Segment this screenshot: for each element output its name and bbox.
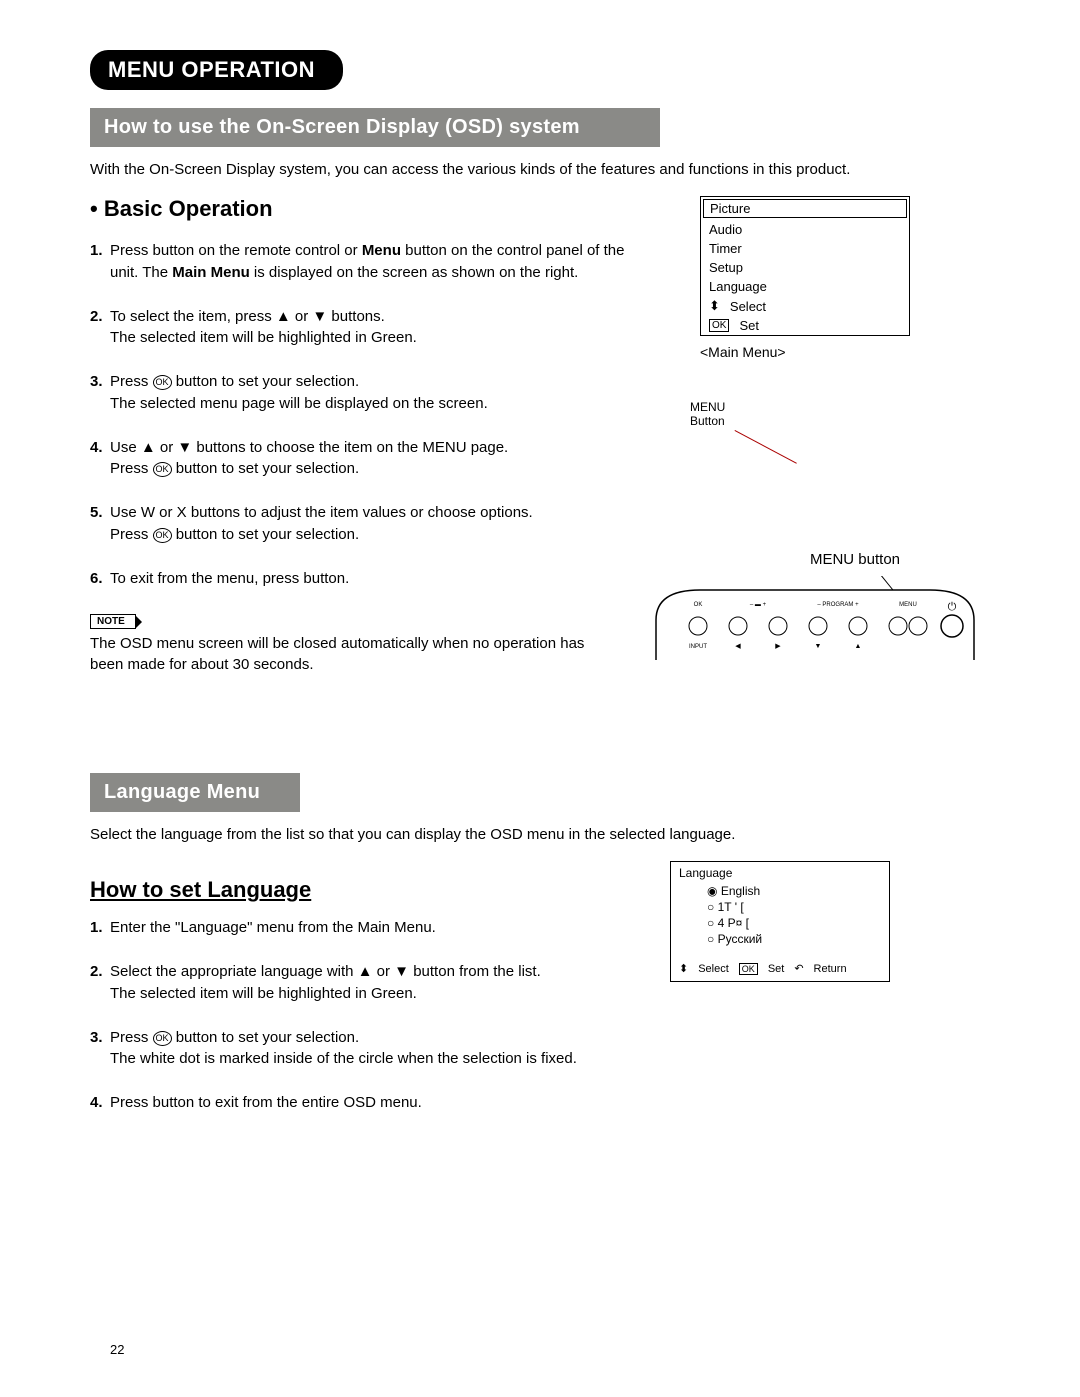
lang-option-english: English xyxy=(707,884,881,898)
step-item: 4. Use ▲ or ▼ buttons to choose the item … xyxy=(90,437,630,481)
step-item: 2. Select the appropriate language with ▲… xyxy=(90,961,630,1005)
updown-icon: ⬍ xyxy=(679,962,688,975)
step-number: 1. xyxy=(90,240,103,262)
ok-box-icon: OK xyxy=(739,963,758,975)
updown-icon: ⬍ xyxy=(709,298,720,314)
svg-text:▶: ▶ xyxy=(775,643,781,650)
step-item: 5. Use W or X buttons to adjust the item … xyxy=(90,502,630,546)
lang-select-label: Select xyxy=(698,963,729,975)
menu-button-caption: MENU button xyxy=(720,551,990,568)
step-number: 1. xyxy=(90,917,103,939)
svg-text:MENU: MENU xyxy=(899,602,917,608)
heading-basic-operation: Basic Operation xyxy=(90,196,630,222)
osd-item-timer: Timer xyxy=(701,239,909,258)
step-item: 4. Press button to exit from the entire O… xyxy=(90,1092,630,1114)
step-number: 2. xyxy=(90,306,103,328)
heading-set-language: How to set Language xyxy=(90,877,311,903)
svg-text:⏻: ⏻ xyxy=(948,601,957,613)
control-panel-illustration: ⏻ OK – ▬ + – PROGRAM + MENU INPUT ◀ ▶ ▼ … xyxy=(650,576,980,666)
step-text: Press button to exit from the entire OSD… xyxy=(110,1094,422,1111)
step-text: Press OK button to set your selection.Th… xyxy=(110,373,488,412)
menu-button-label-remote: MENU Button xyxy=(690,400,990,428)
step-text: Press OK button to set your selection.Th… xyxy=(110,1029,577,1068)
lang-option-3: 4 P¤ [ xyxy=(707,916,881,930)
step-number: 3. xyxy=(90,1027,103,1049)
osd-item-setup: Setup xyxy=(701,258,909,277)
step-text: Use W or X buttons to adjust the item va… xyxy=(110,504,533,543)
note-label: NOTE xyxy=(90,614,136,629)
osd-item-language: Language xyxy=(701,277,909,296)
return-icon xyxy=(794,962,803,975)
ok-box-icon: OK xyxy=(709,319,729,332)
section1-intro: With the On-Screen Display system, you c… xyxy=(90,161,990,178)
lang-option-russian: Русский xyxy=(707,932,881,946)
step-text: To exit from the menu, press button. xyxy=(110,570,349,587)
svg-text:▲: ▲ xyxy=(855,643,862,650)
osd-select-label: Select xyxy=(730,299,766,314)
step-number: 4. xyxy=(90,1092,103,1114)
svg-text:INPUT: INPUT xyxy=(689,644,707,650)
section2-intro: Select the language from the list so tha… xyxy=(90,826,990,843)
step-number: 6. xyxy=(90,568,103,590)
lang-option-2: 1T ' [ xyxy=(707,900,881,914)
main-menu-osd: Picture Audio Timer Setup Language ⬍ Sel… xyxy=(700,196,910,336)
step-item: 1. Press button on the remote control or … xyxy=(90,240,630,284)
svg-text:– PROGRAM +: – PROGRAM + xyxy=(817,602,859,608)
step-text: Enter the "Language" menu from the Main … xyxy=(110,919,436,936)
lang-osd-title: Language xyxy=(679,866,881,880)
step-text: Use ▲ or ▼ buttons to choose the item on… xyxy=(110,439,508,478)
step-text: Select the appropriate language with ▲ o… xyxy=(110,963,541,1002)
lang-return-label: Return xyxy=(814,963,847,975)
section-bar-language: Language Menu xyxy=(90,773,300,812)
page-title-pill: MENU OPERATION xyxy=(90,50,343,90)
page-number: 22 xyxy=(110,1342,124,1357)
step-item: 1. Enter the "Language" menu from the Mai… xyxy=(90,917,630,939)
language-osd: Language English 1T ' [ 4 P¤ [ Русский ⬍… xyxy=(670,861,890,982)
step-item: 2. To select the item, press ▲ or ▼ butto… xyxy=(90,306,630,350)
osd-item-audio: Audio xyxy=(701,220,909,239)
step-item: 6. To exit from the menu, press button. xyxy=(90,568,630,590)
step-number: 2. xyxy=(90,961,103,983)
step-text: Press button on the remote control or Me… xyxy=(110,242,624,281)
step-number: 3. xyxy=(90,371,103,393)
main-menu-caption: <Main Menu> xyxy=(700,344,990,360)
note-text: The OSD menu screen will be closed autom… xyxy=(90,633,610,675)
svg-text:▼: ▼ xyxy=(815,643,822,650)
step-text: To select the item, press ▲ or ▼ buttons… xyxy=(110,308,417,347)
osd-set-label: Set xyxy=(739,318,759,333)
step-number: 4. xyxy=(90,437,103,459)
step-item: 3. Press OK button to set your selection.… xyxy=(90,1027,630,1071)
step-item: 3. Press OK button to set your selection.… xyxy=(90,371,630,415)
svg-text:– ▬ +: – ▬ + xyxy=(750,602,767,608)
basic-operation-steps: 1. Press button on the remote control or … xyxy=(90,240,630,589)
osd-item-picture: Picture xyxy=(703,199,907,218)
svg-text:◀: ◀ xyxy=(735,643,741,650)
language-steps: 1. Enter the "Language" menu from the Mai… xyxy=(90,917,630,1114)
step-number: 5. xyxy=(90,502,103,524)
svg-text:OK: OK xyxy=(694,602,703,608)
section-bar-osd: How to use the On-Screen Display (OSD) s… xyxy=(90,108,660,147)
callout-line-icon xyxy=(735,430,797,464)
lang-set-label: Set xyxy=(768,963,785,975)
